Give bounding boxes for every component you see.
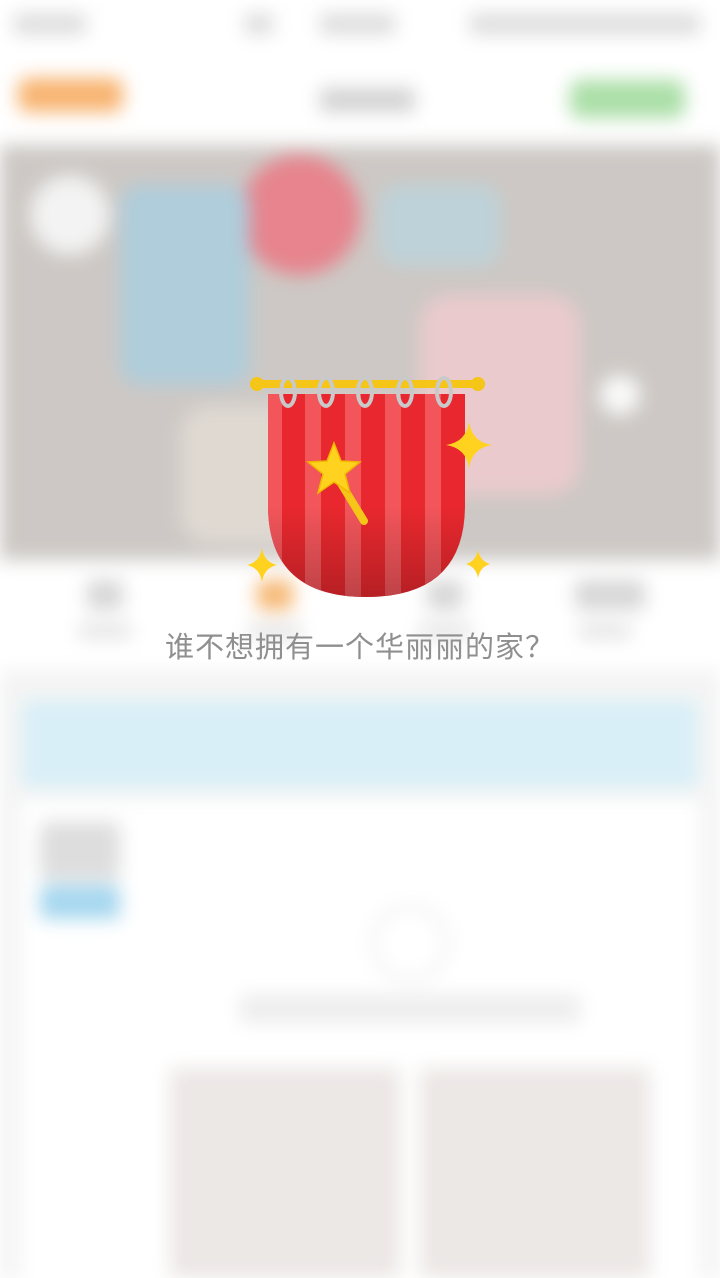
curtain-icon [247, 376, 492, 597]
slogan-text: 谁不想拥有一个华丽丽的家？ [164, 630, 555, 664]
splash-overlay[interactable]: 谁不想拥有一个华丽丽的家？ [0, 0, 720, 1278]
